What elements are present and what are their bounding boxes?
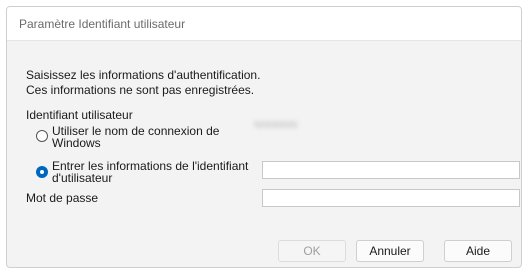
- user-id-input[interactable]: [262, 161, 520, 179]
- intro-line-1: Saisissez les informations d'authentific…: [26, 68, 261, 82]
- window-title: Paramètre Identifiant utilisateur: [19, 17, 186, 31]
- ok-button[interactable]: OK: [278, 240, 346, 262]
- password-label: Mot de passe: [26, 191, 99, 205]
- windows-login-name: NNNNNN: [254, 120, 298, 131]
- radio-enter-user-id-label[interactable]: Entrer les informations de l'identifiant…: [52, 160, 248, 184]
- title-bar: Paramètre Identifiant utilisateur: [7, 7, 521, 41]
- password-input[interactable]: [262, 189, 520, 207]
- cancel-button[interactable]: Annuler: [356, 240, 424, 262]
- radio-windows-login[interactable]: [36, 130, 48, 142]
- help-button[interactable]: Aide: [444, 240, 512, 262]
- intro-line-2: Ces informations ne sont pas enregistrée…: [26, 83, 255, 97]
- radio-windows-login-label[interactable]: Utiliser le nom de connexion de Windows: [52, 125, 219, 149]
- radio-enter-user-id-label-line-2: d'utilisateur: [52, 171, 113, 185]
- radio-enter-user-id[interactable]: [36, 166, 48, 178]
- user-id-label: Identifiant utilisateur: [26, 108, 133, 122]
- radio-windows-login-label-line-2: Windows: [52, 136, 101, 150]
